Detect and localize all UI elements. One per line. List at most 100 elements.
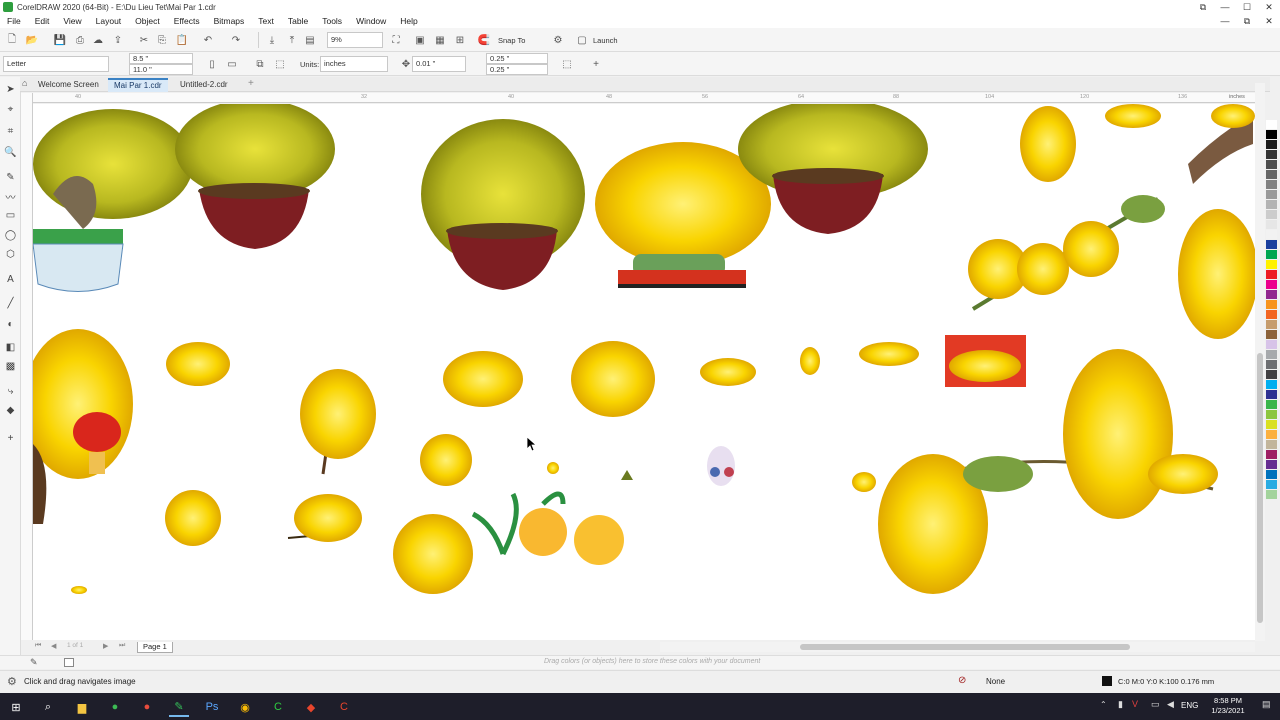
tray-language[interactable]: ENG [1181,701,1198,710]
flower-blossom-image[interactable] [574,515,624,565]
new-document-icon[interactable]: 🗋 [4,32,20,48]
shape-tool-icon[interactable]: ⌖ [3,102,18,117]
palette-swatch[interactable] [1266,230,1277,240]
palette-swatch[interactable] [1266,420,1277,430]
tray-battery-icon[interactable]: ▮ [1118,699,1123,710]
palette-swatch[interactable] [1266,150,1277,160]
minimize-icon[interactable]: — [1214,0,1236,14]
palette-swatch[interactable] [1266,220,1277,230]
tray-volume-icon[interactable]: ◀ [1167,699,1174,710]
snap-to-dropdown[interactable]: Snap To [498,36,525,45]
app-recorder-icon[interactable]: C [334,697,354,717]
flower-branch-image[interactable] [968,195,1165,311]
zoom-tool-icon[interactable]: 🔍 [3,145,18,160]
save-icon[interactable]: 💾 [52,32,68,48]
snap-icon[interactable]: 🧲 [476,32,492,48]
portrait-icon[interactable]: ▯ [204,56,220,72]
palette-swatch[interactable] [1266,190,1277,200]
menu-file[interactable]: File [0,16,28,26]
doc-close-icon[interactable]: ✕ [1258,14,1280,28]
tab-untitled-2[interactable]: Untitled-2.cdr [174,78,234,92]
export-icon[interactable]: ⤒ [284,32,300,48]
flower-cluster-image[interactable] [571,341,655,417]
tray-clock[interactable]: 8:58 PM 1/23/2021 [1200,696,1256,716]
palette-swatch[interactable] [1266,490,1277,500]
new-tab-icon[interactable]: + [248,78,254,89]
palette-swatch[interactable] [1266,140,1277,150]
undo-icon[interactable]: ↶ [200,32,216,48]
palette-swatch[interactable] [1266,270,1277,280]
horizontal-scrollbar[interactable] [660,642,1255,652]
app-orange-icon[interactable]: ◆ [301,697,321,717]
all-pages-icon[interactable]: ⧉ [252,56,268,72]
redo-icon[interactable]: ↷ [228,32,244,48]
menu-help[interactable]: Help [393,16,424,26]
options-gear-icon[interactable]: ⚙ [550,32,566,48]
palette-swatch[interactable] [1266,390,1277,400]
tray-network-icon[interactable]: ▭ [1151,699,1160,710]
treat-as-filled-icon[interactable]: ⬚ [559,56,575,72]
transparency-tool-icon[interactable]: ◧ [3,340,18,355]
rectangle-tool-icon[interactable]: ▭ [3,208,18,223]
menu-window[interactable]: Window [349,16,393,26]
palette-swatch[interactable] [1266,250,1277,260]
palette-swatch[interactable] [1266,400,1277,410]
landscape-icon[interactable]: ▭ [224,56,240,72]
page-height-input[interactable]: 11.0 " [129,64,193,75]
freehand-tool-icon[interactable]: ✎ [3,170,18,185]
drawing-canvas[interactable] [33,104,1255,640]
palette-swatch[interactable] [1266,440,1277,450]
outline-color-swatch[interactable] [1102,676,1112,686]
page-tab-1[interactable]: Page 1 [137,642,173,653]
print-icon[interactable]: ⎙ [72,32,88,48]
palette-swatch[interactable] [1266,310,1277,320]
document-palette-bar[interactable]: ✎ Drag colors (or objects) here to store… [0,655,1280,669]
flower-blossom-image[interactable] [547,462,559,474]
prev-page-icon[interactable]: ◀ [51,642,56,650]
current-page-icon[interactable]: ⬚ [272,56,288,72]
palette-swatch[interactable] [1266,320,1277,330]
last-page-icon[interactable]: ⏭ [119,642,125,650]
cut-icon[interactable]: ✂ [136,32,152,48]
add-icon[interactable]: + [588,56,604,72]
add-tool-icon[interactable]: + [3,431,18,446]
app-green-icon[interactable]: ● [105,697,125,717]
palette-swatch[interactable] [1266,380,1277,390]
palette-swatch[interactable] [1266,340,1277,350]
help-window-icon[interactable]: ⧉ [1192,0,1214,14]
bonsai-dragon-image[interactable] [33,109,193,292]
search-icon[interactable]: ⌕ [38,697,58,717]
palette-swatch[interactable] [1266,200,1277,210]
flower-branch-image[interactable] [1020,104,1255,184]
flower-cluster-image[interactable] [800,347,820,375]
import-icon[interactable]: ⤓ [264,32,280,48]
bonsai-pot-image[interactable] [421,119,585,290]
flower-blossom-image[interactable] [393,514,473,594]
menu-edit[interactable]: Edit [28,16,57,26]
connector-tool-icon[interactable]: ╱ [3,296,18,311]
windows-start-icon[interactable]: ⊞ [6,697,26,717]
paste-icon[interactable]: 📋 [174,32,190,48]
red-flower-card-image[interactable] [945,335,1026,387]
blend-tool-icon[interactable]: ◐ [3,317,18,332]
palette-swatch[interactable] [1266,240,1277,250]
figure-doll-image[interactable] [707,446,735,486]
no-color-swatch[interactable] [64,658,74,667]
checker-icon[interactable]: ▩ [3,359,18,374]
eyedropper-tool-icon[interactable]: ⤷ [3,384,18,399]
tab-welcome-screen[interactable]: Welcome Screen [32,78,105,92]
interactive-fill-icon[interactable]: ◆ [3,403,18,418]
vertical-scrollbar[interactable] [1255,83,1265,641]
menu-bitmaps[interactable]: Bitmaps [207,16,252,26]
palette-swatch[interactable] [1266,120,1277,130]
flower-blossom-image[interactable] [420,434,472,486]
eyedropper-icon[interactable]: ✎ [30,657,38,668]
menu-tools[interactable]: Tools [315,16,349,26]
palette-swatch[interactable] [1266,360,1277,370]
flower-cluster-image[interactable] [166,342,230,386]
menu-view[interactable]: View [56,16,88,26]
palette-swatch[interactable] [1266,460,1277,470]
flower-branch-image[interactable] [878,349,1218,594]
launch-dropdown[interactable]: Launch [593,36,618,45]
horizontal-ruler[interactable]: 40 32 40 48 56 64 88 104 120 136 inches [33,93,1255,103]
